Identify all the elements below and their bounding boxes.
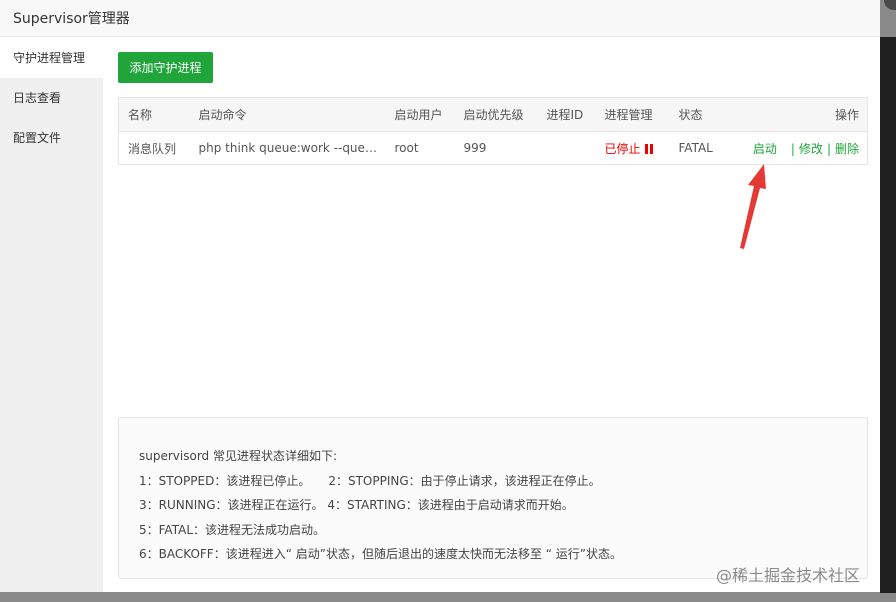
cell-command: php think queue:work --queue=default xyxy=(190,132,386,165)
col-ops-header: 操作 xyxy=(739,97,868,132)
cell-name: 消息队列 xyxy=(128,141,177,156)
cell-manage[interactable]: 已停止 xyxy=(596,132,670,165)
col-pid-header: 进程ID xyxy=(537,97,596,132)
process-table: 名称 启动命令 启动用户 启动优先级 进程ID 进程管理 状态 操作 消息队列 … xyxy=(118,97,868,165)
col-status-header: 状态 xyxy=(669,97,740,132)
action-separator: | xyxy=(826,141,831,156)
col-name-header: 名称 xyxy=(118,97,190,132)
col-manage-header: 进程管理 xyxy=(595,97,670,132)
watermark-text: @稀土掘金技术社区 xyxy=(716,566,861,585)
arrow-shape xyxy=(740,164,766,249)
start-link[interactable]: 启动 xyxy=(753,142,777,156)
cell-status: FATAL xyxy=(678,141,713,155)
dialog-title: Supervisor管理器 xyxy=(13,11,130,27)
table-header-row: 名称 启动命令 启动用户 启动优先级 进程ID 进程管理 状态 操作 xyxy=(118,97,868,132)
help-title: supervisord 常见进程状态详细如下: xyxy=(139,449,338,463)
command-text: php think queue:work --queue=default xyxy=(198,141,381,156)
scrollbar[interactable] xyxy=(880,37,896,593)
sidebar-item-daemon-manage[interactable]: 守护进程管理 xyxy=(0,38,103,78)
sidebar: 守护进程管理 日志查看 配置文件 xyxy=(0,38,103,592)
status-help-panel: supervisord 常见进程状态详细如下: 1：STOPPED：该进程已停止… xyxy=(118,417,868,579)
help-line: 5：FATAL：该进程无法成功启动。 xyxy=(139,522,326,537)
supervisor-dialog: Supervisor管理器 守护进程管理 日志查看 配置文件 添加守护进程 名称… xyxy=(0,0,880,592)
cell-user: root xyxy=(394,141,419,155)
sidebar-item-config-file[interactable]: 配置文件 xyxy=(0,118,103,158)
close-icon[interactable] xyxy=(884,0,896,10)
col-command-header: 启动命令 xyxy=(189,97,386,132)
pause-icon[interactable] xyxy=(644,144,653,154)
help-line: 3：RUNNING：该进程正在运行。 4：STARTING：该进程由于启动请求而… xyxy=(139,498,574,512)
cell-priority: 999 xyxy=(463,141,487,155)
delete-link[interactable]: 删除 xyxy=(835,142,859,156)
col-priority-header: 启动优先级 xyxy=(454,97,538,132)
col-user-header: 启动用户 xyxy=(385,97,455,132)
sidebar-item-log-view[interactable]: 日志查看 xyxy=(0,78,103,118)
help-line: 1：STOPPED：该进程已停止。 2：STOPPING：由于停止请求，该进程正… xyxy=(139,473,601,488)
main-panel: 添加守护进程 名称 启动命令 启动用户 启动优先级 进程ID 进程管理 状态 操… xyxy=(103,38,880,592)
cell-pid xyxy=(538,132,596,165)
dialog-titlebar: Supervisor管理器 xyxy=(0,0,880,37)
add-daemon-button[interactable]: 添加守护进程 xyxy=(118,52,213,83)
annotation-arrow-icon xyxy=(740,164,766,249)
edit-link[interactable]: 修改 xyxy=(799,142,823,156)
action-separator: | xyxy=(790,141,795,156)
process-state-label[interactable]: 已停止 xyxy=(605,142,641,156)
